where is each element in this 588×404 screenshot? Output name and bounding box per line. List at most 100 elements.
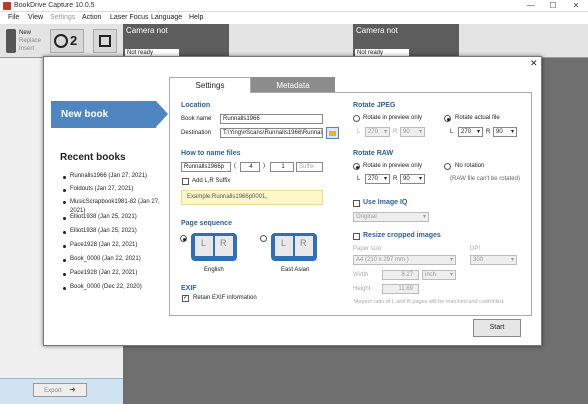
use-image-iq-label: Use Image IQ — [363, 199, 408, 206]
folder-icon — [329, 131, 336, 136]
recent-book-item[interactable]: Pace1928 (Jan 22, 2021) — [70, 270, 137, 276]
crop-icon — [99, 35, 111, 47]
paren-close: ) — [263, 163, 265, 169]
bullet-icon — [63, 189, 66, 192]
jpeg-preview-r-select[interactable]: 90 — [400, 127, 425, 137]
sequence-english-radio[interactable] — [180, 235, 187, 242]
raw-r-label: R — [393, 176, 398, 182]
recent-book-item[interactable]: Foldouts (Jan 27, 2021) — [70, 186, 133, 192]
window-title: BookDrive Capture 10.0.5 — [14, 2, 95, 9]
image-iq-select[interactable]: Original — [353, 212, 429, 222]
tab-metadata[interactable]: Metadata — [251, 77, 335, 93]
camera-count-button[interactable]: 2 — [50, 29, 84, 53]
book-name-input[interactable]: Runnalls1966 — [220, 114, 323, 124]
use-image-iq-checkbox[interactable] — [353, 200, 360, 207]
book-rl-icon[interactable]: L R — [271, 233, 317, 261]
unit-select[interactable]: inch — [422, 270, 456, 280]
jpeg-preview-r-label: R — [393, 129, 398, 135]
right-camera-view: Camera not Not ready — [353, 24, 459, 58]
tab-settings[interactable]: Settings — [169, 77, 251, 93]
resize-images-checkbox[interactable] — [353, 233, 360, 240]
dialog-close-button[interactable]: ✕ — [530, 58, 538, 69]
start-number-stepper[interactable]: 1 — [270, 162, 294, 172]
recent-book-item[interactable]: Runnalls1966 (Jan 27, 2021) — [70, 173, 147, 179]
english-label: English — [204, 267, 224, 273]
recent-books-title: Recent books — [60, 152, 126, 163]
add-lr-suffix-label: Add L,R Suffix — [192, 178, 231, 184]
title-bar: BookDrive Capture 10.0.5 — ☐ ✕ — [0, 0, 588, 12]
browse-folder-button[interactable] — [326, 127, 339, 139]
book-lr-icon[interactable]: L R — [191, 233, 237, 261]
maximize-button[interactable]: ☐ — [542, 0, 564, 12]
recent-book-item[interactable]: Book_0000 (Dec 22, 2020) — [70, 284, 142, 290]
naming-heading: How to name files — [181, 150, 241, 157]
raw-l-select[interactable]: 270 — [365, 174, 390, 184]
recent-book-item[interactable]: Pace1928 (Jan 22, 2021) — [70, 242, 137, 248]
menu-help[interactable]: Help — [189, 14, 203, 21]
close-window-button[interactable]: ✕ — [565, 0, 587, 12]
crop-button[interactable] — [93, 29, 117, 53]
sequence-east-asian-radio[interactable] — [260, 235, 267, 242]
export-button[interactable]: Export ➜ — [33, 383, 87, 397]
raw-l-label: L — [357, 176, 361, 182]
menu-file[interactable]: File — [8, 14, 19, 21]
recent-book-item[interactable]: Elliot1938 (Jan 25, 2021) — [70, 214, 137, 220]
paper-size-select[interactable]: A4 (210 x 297 mm ) — [353, 255, 456, 265]
export-arrow-icon: ➜ — [69, 385, 76, 394]
width-input[interactable]: 8.27 — [382, 270, 419, 280]
retain-exif-checkbox[interactable]: ✓ — [182, 295, 189, 302]
raw-r-select[interactable]: 90 — [400, 174, 425, 184]
rotate-raw-heading: Rotate RAW — [353, 150, 394, 157]
mode-replace-label: Replace — [19, 38, 42, 44]
location-heading: Location — [181, 102, 211, 109]
jpeg-preview-l-select[interactable]: 270 — [365, 127, 390, 137]
destination-input[interactable]: T:\Ying\#Scans\Runnalls1966\Runnall — [220, 128, 323, 138]
mode-new-label: New — [19, 30, 32, 36]
jpeg-preview-l-label: L — [357, 129, 361, 135]
raw-no-rotation-radio[interactable] — [444, 163, 451, 170]
jpeg-preview-only-radio[interactable] — [353, 115, 360, 122]
left-camera-title: Camera not — [126, 26, 168, 35]
menu-view[interactable]: View — [28, 14, 43, 21]
menu-action[interactable]: Action — [82, 14, 101, 21]
new-book-button[interactable]: New book — [51, 101, 156, 128]
add-lr-suffix-checkbox[interactable] — [182, 178, 189, 185]
bullet-icon — [63, 176, 66, 179]
destination-label: Destination — [181, 130, 212, 136]
toolbar — [0, 24, 588, 58]
dpi-select[interactable]: 300 — [470, 255, 517, 265]
start-button[interactable]: Start — [473, 319, 521, 337]
jpeg-actual-r-select[interactable]: 90 — [493, 127, 517, 137]
jpeg-actual-file-radio[interactable] — [444, 115, 451, 122]
recent-book-item[interactable]: Elliot1938 (Jan 25, 2021) — [70, 228, 137, 234]
digits-stepper[interactable]: 4 — [240, 162, 260, 172]
jpeg-actual-l-select[interactable]: 270 — [458, 127, 483, 137]
height-input[interactable]: 11.69 — [382, 284, 419, 294]
resize-images-label: Resize cropped images — [363, 232, 441, 239]
raw-preview-only-radio[interactable] — [353, 163, 360, 170]
book-l-letter: L — [281, 238, 287, 248]
suffix-input[interactable]: Suffix — [296, 162, 323, 172]
minimize-button[interactable]: — — [520, 0, 542, 12]
jpeg-preview-only-label: Rotate in preview only — [363, 115, 423, 121]
mode-switch[interactable] — [6, 29, 16, 53]
retain-exif-label: Retain EXIF information — [193, 295, 257, 301]
jpeg-actual-r-label: R — [486, 129, 491, 135]
menu-settings[interactable]: Settings — [50, 14, 75, 21]
paren-open: ( — [234, 163, 236, 169]
raw-note: (RAW file can't be rotated) — [450, 176, 520, 182]
recent-book-item[interactable]: Book_0000 (Jan 22, 2021) — [70, 256, 141, 262]
menu-laser-focus[interactable]: Laser Focus — [110, 14, 149, 21]
prefix-input[interactable]: Runnalls1966p — [181, 162, 231, 172]
menu-language[interactable]: Language — [151, 14, 182, 21]
east-asian-label: East Asian — [281, 267, 310, 273]
jpeg-actual-file-label: Rotate actual file — [455, 115, 500, 121]
rotate-jpeg-heading: Rotate JPEG — [353, 102, 396, 109]
height-label: Height — [353, 286, 371, 292]
raw-preview-only-label: Rotate in preview only — [363, 163, 423, 169]
bullet-icon — [63, 245, 66, 248]
naming-example: Example:Runnalls1966p0001, — [181, 190, 323, 205]
new-book-arrow — [156, 101, 168, 127]
bullet-icon — [63, 287, 66, 290]
bullet-icon — [63, 201, 66, 204]
